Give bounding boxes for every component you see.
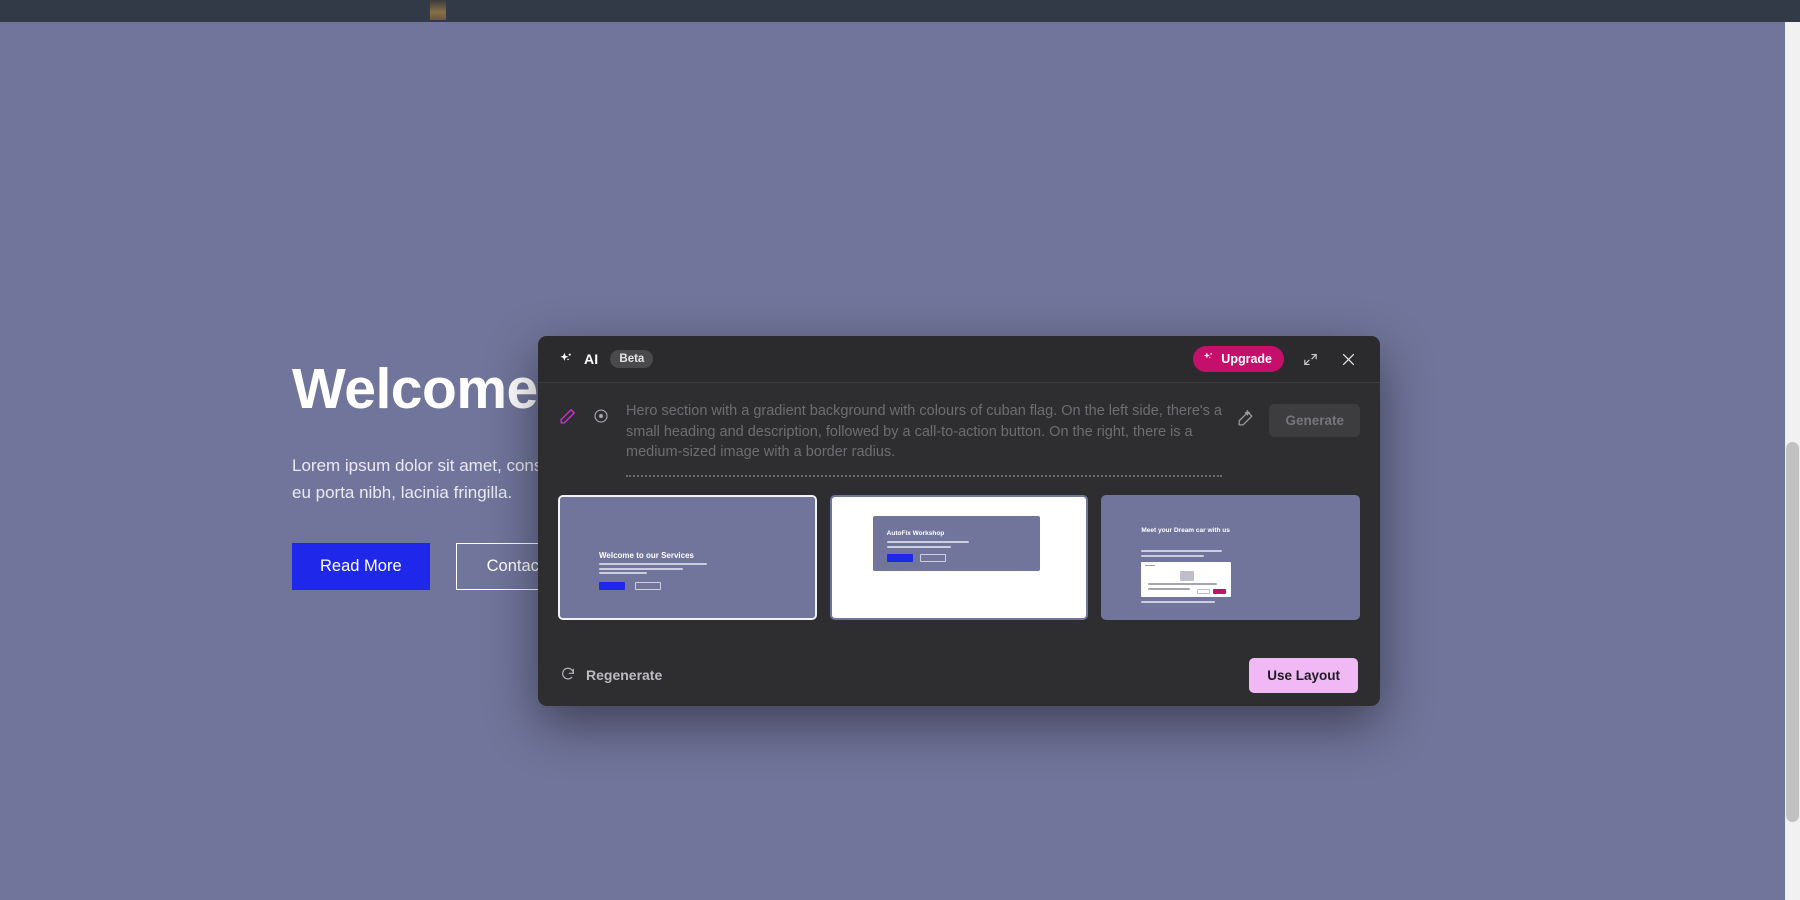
preview-primary-button [599, 581, 625, 590]
page-scrollbar-thumb[interactable] [1786, 442, 1799, 822]
ai-brand-label: AI [584, 351, 599, 367]
regenerate-button[interactable]: Regenerate [560, 666, 662, 685]
generate-button[interactable]: Generate [1269, 404, 1360, 437]
preview-body-placeholder [599, 562, 719, 577]
read-more-button[interactable]: Read More [292, 542, 430, 590]
modal-header-actions: Upgrade [1193, 346, 1360, 372]
collapse-diagonal-icon[interactable] [1298, 347, 1322, 371]
preview-body-placeholder [1141, 549, 1231, 560]
close-icon[interactable] [1336, 347, 1360, 371]
browser-tab-stub [430, 0, 446, 20]
refresh-icon [560, 666, 576, 685]
pencil-icon[interactable] [558, 401, 592, 431]
modal-footer: Regenerate Use Layout [538, 644, 1380, 706]
preview-secondary-button [635, 581, 661, 590]
prompt-actions: Generate [1236, 401, 1360, 437]
prompt-row: Hero section with a gradient background … [538, 383, 1380, 493]
preview-form-card [1141, 561, 1232, 597]
preview-buttons [886, 553, 946, 562]
preview-card: AutoFix Workshop [872, 515, 1040, 571]
layout-preview: AutoFix Workshop [831, 496, 1087, 618]
magic-wand-icon[interactable] [1236, 409, 1255, 433]
browser-top-bar [0, 0, 1800, 22]
preview-card-buttons [1197, 588, 1227, 594]
layout-option-2[interactable]: AutoFix Workshop [829, 494, 1089, 620]
layout-preview: Welcome to our Services [560, 496, 815, 618]
preview-card-cancel [1197, 588, 1211, 594]
upgrade-button[interactable]: Upgrade [1193, 346, 1284, 372]
preview-card-image [1180, 570, 1195, 581]
preview-secondary-button [919, 553, 946, 562]
preview-footer-text [1141, 600, 1223, 606]
sparkle-icon [558, 351, 575, 368]
target-icon[interactable] [592, 401, 626, 430]
ai-generator-modal: AI Beta Upgrade Hero section with a grad… [538, 336, 1380, 706]
prompt-input-field[interactable]: Hero section with a gradient background … [626, 401, 1236, 477]
preview-heading: Meet your Dream car with us [1141, 526, 1230, 534]
layout-option-1[interactable]: Welcome to our Services [558, 494, 817, 620]
preview-body-placeholder [886, 540, 979, 551]
layout-options-list: Welcome to our Services AutoFix Workshop… [538, 493, 1380, 620]
preview-buttons [599, 581, 661, 590]
preview-heading: Welcome to our Services [599, 550, 694, 560]
sparkle-icon-small [1202, 351, 1215, 367]
preview-heading: AutoFix Workshop [886, 529, 945, 537]
page-scrollbar[interactable] [1785, 22, 1800, 900]
regenerate-label: Regenerate [586, 667, 663, 683]
ai-brand: AI Beta [558, 350, 654, 368]
preview-card-confirm [1213, 588, 1227, 594]
use-layout-button[interactable]: Use Layout [1249, 657, 1358, 693]
preview-card-label [1145, 564, 1156, 567]
layout-preview: Meet your Dream car with us [1103, 496, 1359, 618]
upgrade-label: Upgrade [1221, 352, 1272, 366]
prompt-text[interactable]: Hero section with a gradient background … [626, 401, 1223, 477]
page-root: Welcome to Lorem ipsum dolor sit amet, c… [0, 0, 1800, 900]
beta-badge: Beta [610, 350, 654, 368]
layout-option-3[interactable]: Meet your Dream car with us [1101, 494, 1361, 620]
preview-primary-button [886, 553, 913, 562]
modal-header: AI Beta Upgrade [538, 336, 1380, 383]
